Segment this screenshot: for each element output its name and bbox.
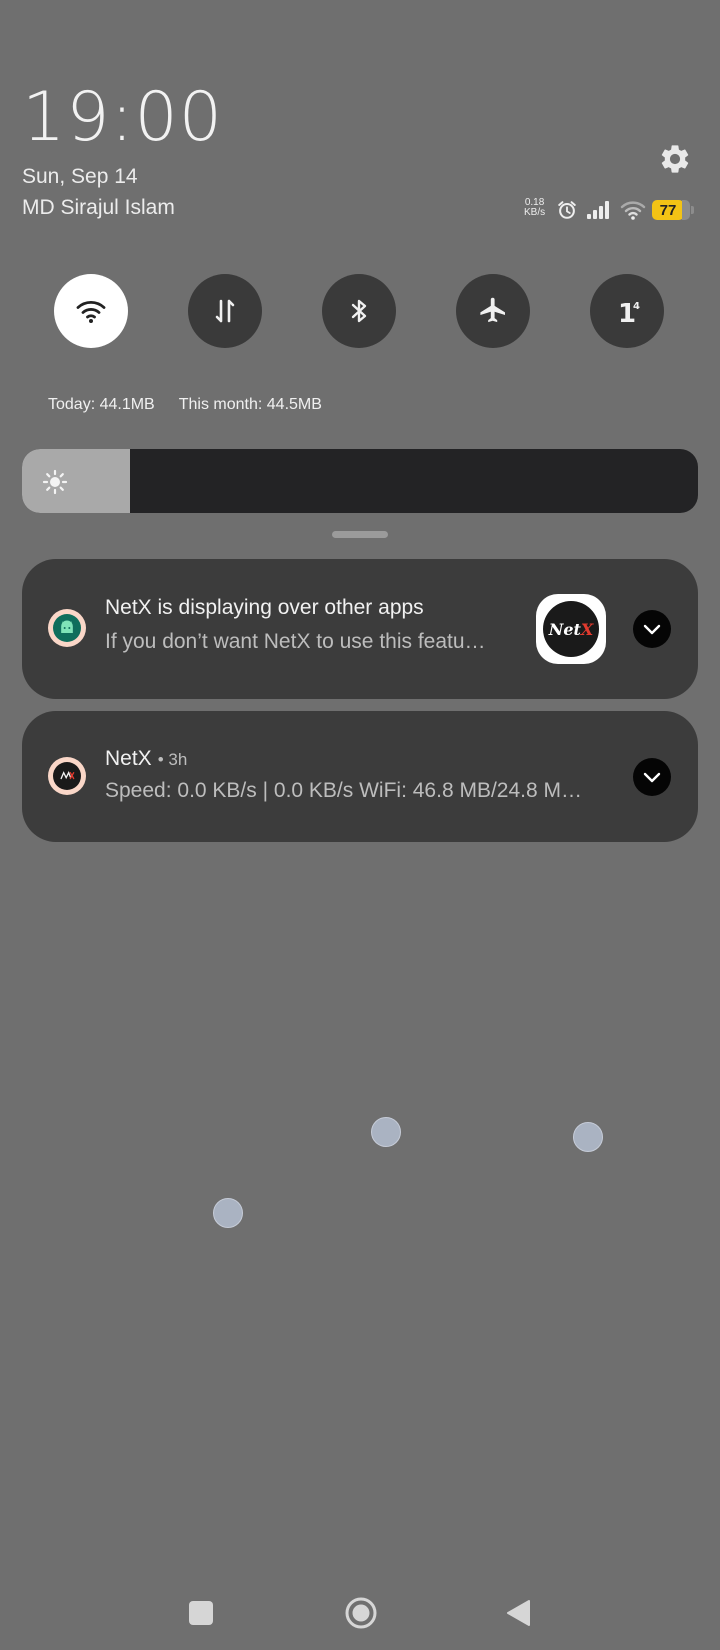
netx-logo-thumbnail: NetX <box>536 594 606 664</box>
touch-indicator <box>371 1117 401 1147</box>
logo-text-part2: X <box>580 619 594 639</box>
owner-name: MD Sirajul Islam <box>22 196 175 219</box>
bluetooth-toggle[interactable] <box>322 274 396 348</box>
shade-drag-handle[interactable] <box>332 531 388 538</box>
wifi-status-icon <box>620 199 646 221</box>
date-label[interactable]: Sun, Sep 14 <box>22 165 138 189</box>
svg-text:4: 4 <box>633 301 640 312</box>
netx-app-icon <box>48 757 86 795</box>
touch-indicator <box>213 1198 243 1228</box>
android-app-icon <box>48 609 86 647</box>
chevron-down-icon[interactable] <box>633 610 671 648</box>
data-usage-summary[interactable]: Today: 44.1MB This month: 44.5MB <box>48 396 346 414</box>
alarm-icon <box>556 199 578 221</box>
brightness-fill <box>22 449 131 513</box>
notification-text: If you don’t want NetX to use this featu… <box>105 630 486 653</box>
airplane-mode-toggle[interactable] <box>456 274 530 348</box>
brightness-slider[interactable] <box>22 449 698 513</box>
airplane-icon <box>480 297 505 323</box>
clock-time[interactable]: 19:00 <box>22 78 223 157</box>
network-speed-unit: KB/s <box>524 207 546 218</box>
notification-time: • 3h <box>157 750 188 769</box>
sun-icon <box>42 469 68 495</box>
sim-1-icon: 14 <box>618 299 640 327</box>
mobile-data-toggle[interactable] <box>188 274 262 348</box>
touch-indicator <box>573 1122 603 1152</box>
notification-netx-speed[interactable]: NetX • 3h Speed: 0.0 KB/s | 0.0 KB/s WiFi… <box>22 711 698 842</box>
notification-title: NetX • 3h <box>105 747 187 771</box>
sim-toggle[interactable]: 14 <box>590 274 664 348</box>
data-usage-month: This month: 44.5MB <box>178 396 322 413</box>
gear-icon[interactable] <box>658 142 692 176</box>
cell-signal-icon <box>586 200 612 220</box>
bluetooth-icon <box>351 299 367 323</box>
logo-text-part1: Net <box>548 619 581 639</box>
wifi-toggle[interactable] <box>54 274 128 348</box>
wifi-icon <box>76 300 106 323</box>
data-transfer-icon <box>215 299 235 323</box>
battery-level: 77 <box>652 200 684 220</box>
network-speed-indicator: 0.18 KB/s <box>524 198 545 218</box>
home-button[interactable] <box>344 1596 378 1630</box>
data-usage-today: Today: 44.1MB <box>48 396 155 413</box>
notification-text: Speed: 0.0 KB/s | 0.0 KB/s WiFi: 46.8 MB… <box>105 779 582 802</box>
notification-app-name: NetX <box>105 747 152 770</box>
battery-icon: 77 <box>652 200 694 220</box>
chevron-down-icon[interactable] <box>633 758 671 796</box>
notification-overlay[interactable]: NetX is displaying over other apps If yo… <box>22 559 698 699</box>
recents-button[interactable] <box>189 1601 213 1625</box>
back-button[interactable] <box>505 1599 531 1627</box>
notification-title: NetX is displaying over other apps <box>105 596 424 619</box>
